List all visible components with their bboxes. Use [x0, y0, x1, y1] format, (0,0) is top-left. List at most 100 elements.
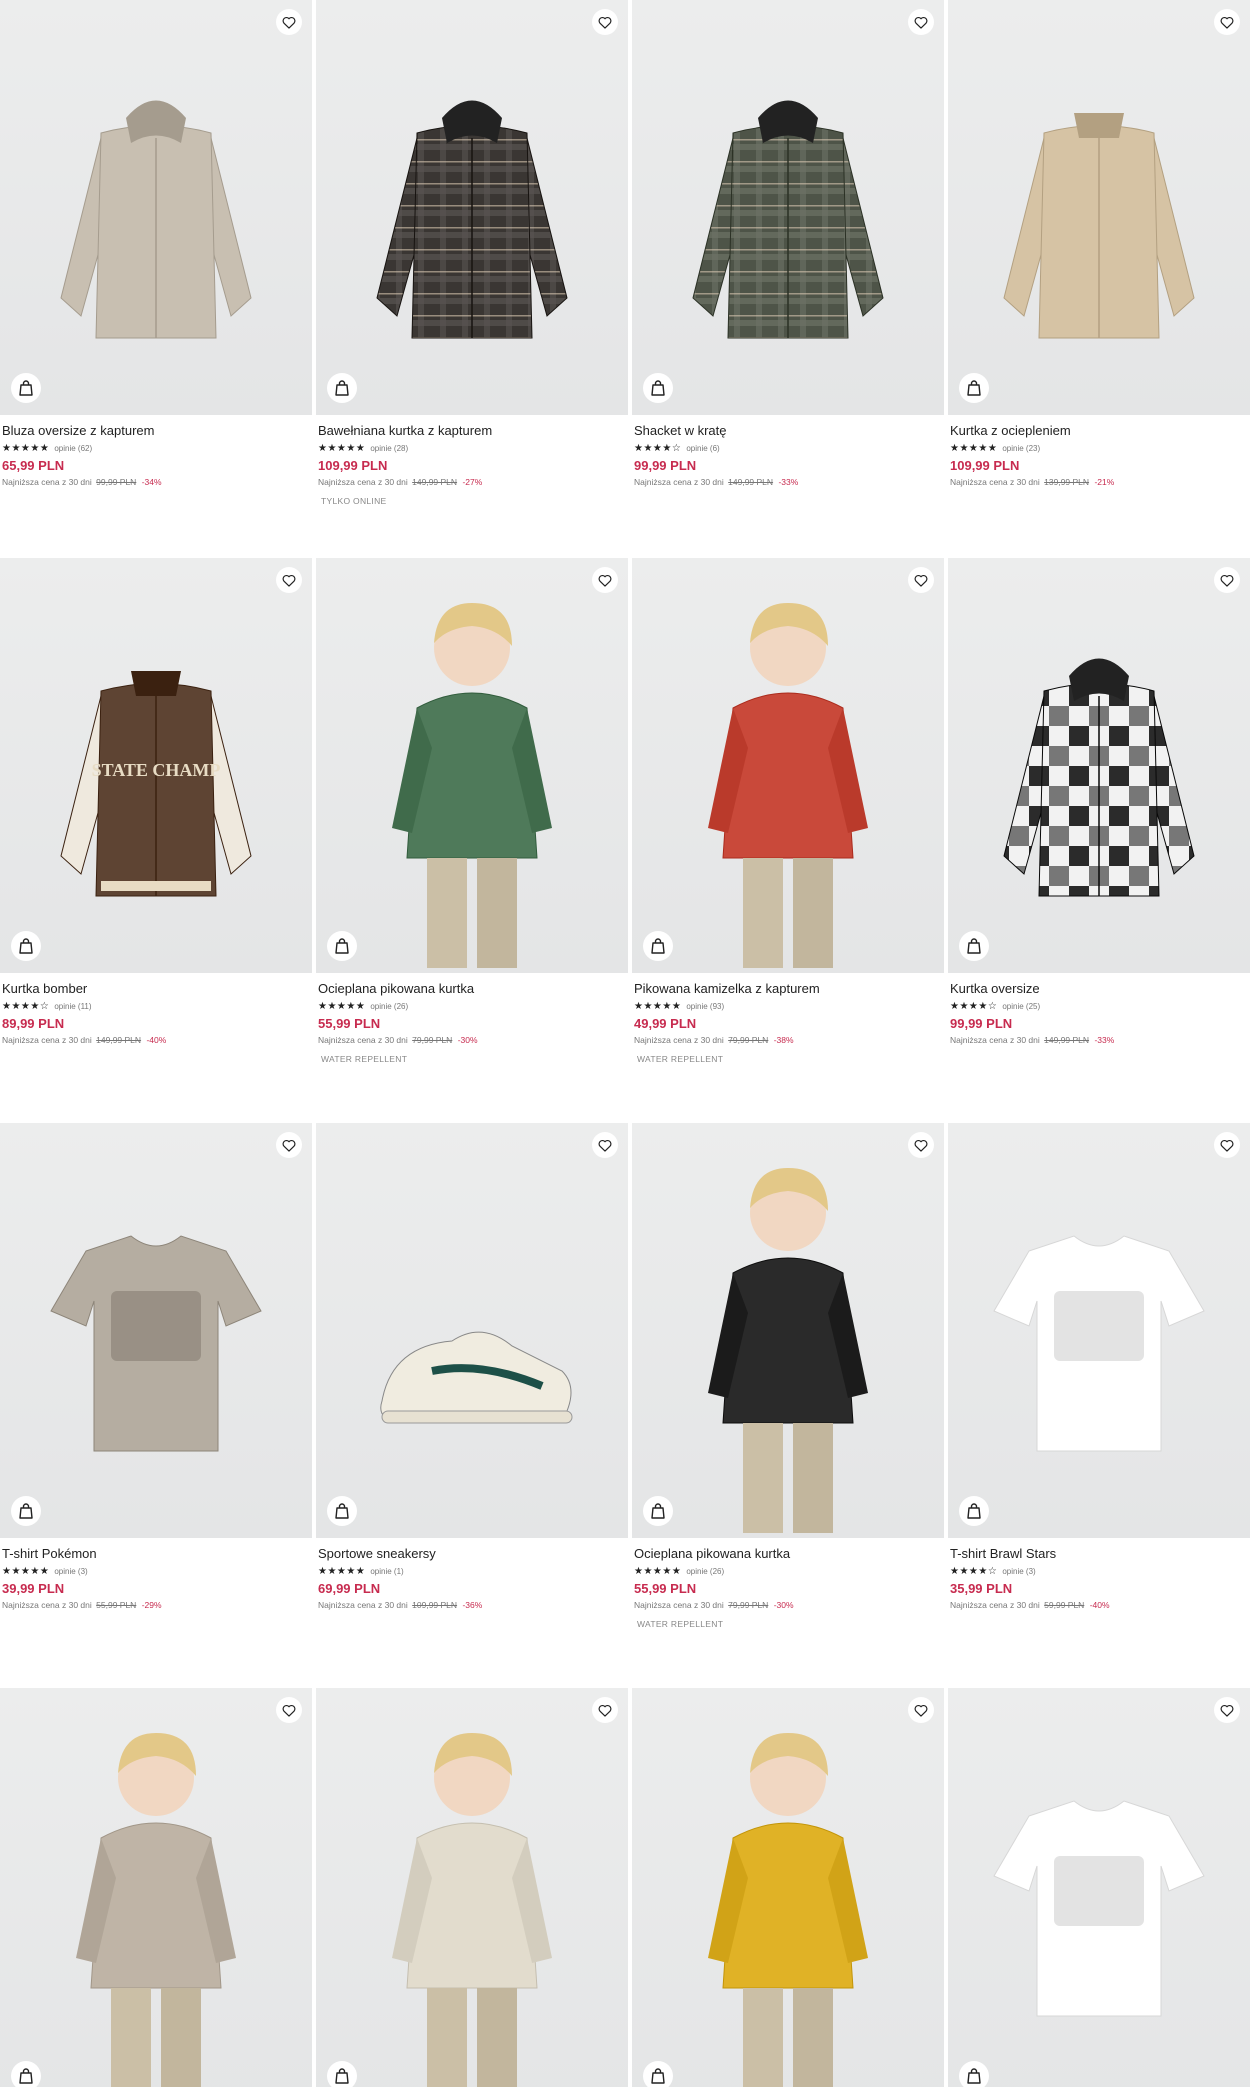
shopping-bag-icon[interactable]: [959, 2061, 989, 2087]
product-photo: [948, 1688, 1250, 2087]
shopping-bag-icon[interactable]: [327, 1496, 357, 1526]
product-image[interactable]: [0, 0, 312, 415]
product-image[interactable]: [632, 1123, 944, 1538]
product-card[interactable]: Sportowe sneakersy ★★★★★ opinie (1) 69,9…: [316, 1123, 628, 1611]
shopping-bag-icon[interactable]: [11, 2061, 41, 2087]
heart-icon[interactable]: [592, 9, 618, 35]
review-count: opinie (3): [54, 1567, 88, 1576]
shopping-bag-icon[interactable]: [11, 373, 41, 403]
product-rating: ★★★★☆ opinie (11): [2, 1001, 310, 1012]
product-info: T-shirt Pokémon ★★★★★ opinie (3) 39,99 P…: [0, 1538, 312, 1611]
product-name[interactable]: Ocieplana pikowana kurtka: [634, 1546, 942, 1562]
old-price: 59,99 PLN: [1044, 1600, 1085, 1610]
heart-icon[interactable]: [908, 567, 934, 593]
heart-icon[interactable]: [276, 9, 302, 35]
old-price: 149,99 PLN: [1044, 1035, 1090, 1045]
product-image[interactable]: [948, 558, 1250, 973]
shopping-bag-icon[interactable]: [959, 373, 989, 403]
product-card[interactable]: Pikowana kamizelka z kapturem ★★★★★ opin…: [632, 558, 944, 1064]
product-image[interactable]: [948, 1688, 1250, 2087]
review-count: opinie (3): [1002, 1567, 1036, 1576]
product-card[interactable]: Kurtka z ociepleniem ★★★★★ opinie (23) 1…: [948, 0, 1250, 488]
product-card[interactable]: Shacket w kratę ★★★★☆ opinie (6) 99,99 P…: [632, 0, 944, 488]
shopping-bag-icon[interactable]: [643, 2061, 673, 2087]
product-name[interactable]: T-shirt Pokémon: [2, 1546, 310, 1562]
product-card[interactable]: Ocieplana pikowana kurtka ★★★★★ opinie (…: [632, 1123, 944, 1629]
heart-icon[interactable]: [1214, 1132, 1240, 1158]
shopping-bag-icon[interactable]: [327, 373, 357, 403]
product-card[interactable]: Kurtka oversize ★★★★☆ opinie (25) 99,99 …: [948, 558, 1250, 1046]
product-name[interactable]: Shacket w kratę: [634, 423, 942, 439]
discount-badge: -38%: [773, 1035, 794, 1045]
product-card[interactable]: Ocieplana pikowana kurtka ★★★★★ opinie (…: [316, 558, 628, 1064]
product-name[interactable]: Bluza oversize z kapturem: [2, 423, 310, 439]
heart-icon[interactable]: [1214, 1697, 1240, 1723]
shopping-bag-icon[interactable]: [643, 373, 673, 403]
heart-icon[interactable]: [592, 1697, 618, 1723]
product-name[interactable]: Kurtka bomber: [2, 981, 310, 997]
shopping-bag-icon[interactable]: [643, 931, 673, 961]
shopping-bag-icon[interactable]: [643, 1496, 673, 1526]
product-image[interactable]: [948, 1123, 1250, 1538]
product-card[interactable]: T-shirt Brawl Stars ★★★★☆ opinie (3) 35,…: [948, 1123, 1250, 1611]
heart-icon[interactable]: [592, 567, 618, 593]
heart-icon[interactable]: [908, 1132, 934, 1158]
shopping-bag-icon[interactable]: [959, 931, 989, 961]
heart-icon[interactable]: [908, 1697, 934, 1723]
heart-icon[interactable]: [276, 1132, 302, 1158]
product-rating: ★★★★☆ opinie (25): [950, 1001, 1248, 1012]
shopping-bag-icon[interactable]: [327, 2061, 357, 2087]
product-image[interactable]: [316, 1123, 628, 1538]
heart-icon[interactable]: [908, 9, 934, 35]
heart-icon[interactable]: [1214, 9, 1240, 35]
lowest-price-label: Najniższa cena z 30 dni: [2, 477, 92, 487]
product-image[interactable]: [0, 1688, 312, 2087]
product-card[interactable]: [632, 1688, 944, 2087]
product-info: Sportowe sneakersy ★★★★★ opinie (1) 69,9…: [316, 1538, 628, 1611]
product-card[interactable]: Bawełniana kurtka z kapturem ★★★★★ opini…: [316, 0, 628, 506]
product-card[interactable]: STATE CHAMP Kurtka bomber ★★★★☆ opinie (…: [0, 558, 312, 1046]
shopping-bag-icon[interactable]: [11, 1496, 41, 1526]
product-tag: WATER REPELLENT: [637, 1054, 724, 1064]
product-name[interactable]: Pikowana kamizelka z kapturem: [634, 981, 942, 997]
product-image[interactable]: [948, 0, 1250, 415]
product-name[interactable]: Kurtka oversize: [950, 981, 1248, 997]
shopping-bag-icon[interactable]: [327, 931, 357, 961]
product-rating: ★★★★★ opinie (23): [950, 443, 1248, 454]
product-photo: STATE CHAMP: [0, 558, 312, 973]
heart-icon[interactable]: [592, 1132, 618, 1158]
product-image[interactable]: [632, 1688, 944, 2087]
product-card[interactable]: [948, 1688, 1250, 2087]
lowest-price-label: Najniższa cena z 30 dni: [950, 477, 1040, 487]
discount-badge: -33%: [778, 477, 799, 487]
product-image[interactable]: [632, 0, 944, 415]
product-card[interactable]: [316, 1688, 628, 2087]
product-name[interactable]: Sportowe sneakersy: [318, 1546, 626, 1562]
product-card[interactable]: [0, 1688, 312, 2087]
old-price: 79,99 PLN: [412, 1035, 453, 1045]
heart-icon[interactable]: [1214, 567, 1240, 593]
heart-icon[interactable]: [276, 567, 302, 593]
shopping-bag-icon[interactable]: [11, 931, 41, 961]
product-name[interactable]: Bawełniana kurtka z kapturem: [318, 423, 626, 439]
heart-icon[interactable]: [276, 1697, 302, 1723]
product-price: 55,99 PLN: [634, 1581, 697, 1596]
product-photo: [632, 0, 944, 415]
product-image[interactable]: STATE CHAMP: [0, 558, 312, 973]
discount-badge: -29%: [141, 1600, 162, 1610]
product-image[interactable]: [316, 0, 628, 415]
product-card[interactable]: T-shirt Pokémon ★★★★★ opinie (3) 39,99 P…: [0, 1123, 312, 1611]
shopping-bag-icon[interactable]: [959, 1496, 989, 1526]
product-image[interactable]: [0, 1123, 312, 1538]
product-photo: [948, 0, 1250, 415]
product-image[interactable]: [632, 558, 944, 973]
product-name[interactable]: T-shirt Brawl Stars: [950, 1546, 1248, 1562]
product-card[interactable]: Bluza oversize z kapturem ★★★★★ opinie (…: [0, 0, 312, 488]
product-name[interactable]: Kurtka z ociepleniem: [950, 423, 1248, 439]
product-photo: [632, 1123, 944, 1538]
product-photo: [316, 1123, 628, 1538]
product-name[interactable]: Ocieplana pikowana kurtka: [318, 981, 626, 997]
product-image[interactable]: [316, 558, 628, 973]
product-info: Kurtka z ociepleniem ★★★★★ opinie (23) 1…: [948, 415, 1250, 488]
product-image[interactable]: [316, 1688, 628, 2087]
